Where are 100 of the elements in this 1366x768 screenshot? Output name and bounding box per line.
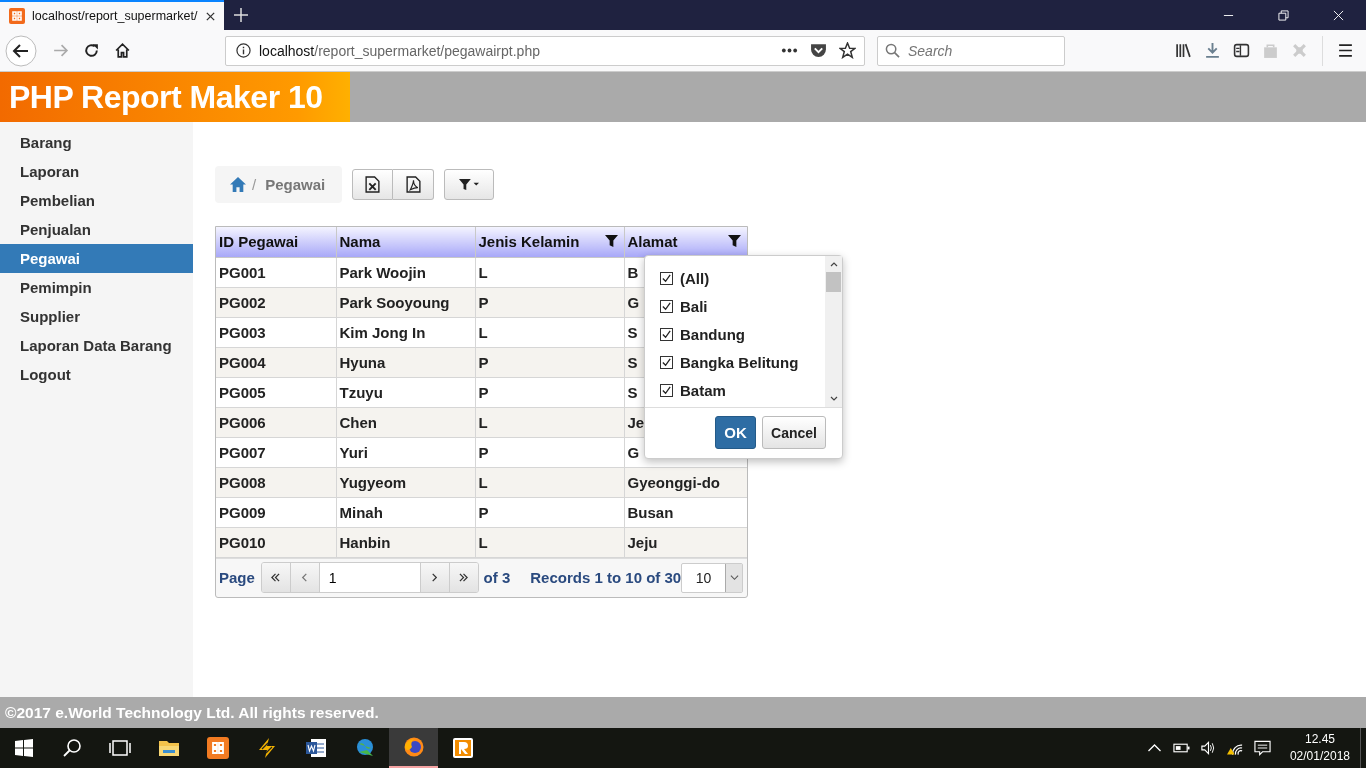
table-cell: P [475, 377, 624, 407]
pager-label: Page [219, 569, 255, 586]
windows-icon [12, 736, 36, 760]
page-number-field[interactable]: 1 [319, 563, 421, 592]
record-count: Records 1 to 10 of 30 [530, 569, 682, 586]
menu-icon[interactable] [1337, 42, 1354, 59]
address-bar[interactable]: localhost/report_supermarket/pegawairpt.php [225, 35, 865, 66]
table-cell: PG002 [216, 287, 336, 317]
double-chevron-left-icon [270, 573, 282, 582]
table-cell: PG004 [216, 347, 336, 377]
first-page-button[interactable] [261, 563, 291, 592]
search-field[interactable]: Search [877, 35, 1065, 66]
scrollbar[interactable] [825, 256, 842, 407]
checkbox[interactable] [660, 355, 673, 369]
star-icon[interactable] [839, 42, 856, 59]
back-icon[interactable] [5, 34, 37, 67]
page-size-select[interactable]: 10 [681, 562, 743, 593]
filter-icon [459, 178, 479, 191]
search-icon [885, 42, 900, 58]
close-icon[interactable] [205, 10, 216, 22]
document-icon [303, 736, 328, 760]
pdf-export-button[interactable] [393, 169, 434, 200]
ok-button[interactable]: OK [715, 416, 756, 449]
check-icon [661, 300, 672, 312]
sidebar-item[interactable]: Logout [0, 360, 193, 389]
table-cell: PG010 [216, 527, 336, 557]
download-icon[interactable] [1204, 42, 1221, 59]
cancel-button[interactable]: Cancel [762, 416, 826, 449]
checkbox[interactable] [660, 327, 673, 341]
sidebar-item[interactable]: Pemimpin [0, 273, 193, 302]
table-cell: Park Woojin [336, 257, 475, 287]
sidebar-item[interactable]: Barang [0, 128, 193, 157]
scroll-down-icon[interactable] [828, 396, 839, 402]
tab-title: localhost/report_supermarket/ [32, 9, 198, 23]
excel-export-button[interactable] [352, 169, 393, 200]
column-header[interactable]: ID Pegawai [216, 227, 336, 257]
home-icon[interactable] [114, 42, 131, 59]
sidebar-item[interactable]: Penjualan [0, 215, 193, 244]
app-tile-icon [450, 736, 475, 760]
checkbox[interactable] [660, 271, 673, 285]
checkbox[interactable] [660, 383, 673, 397]
restore-icon[interactable] [1278, 9, 1289, 21]
breadcrumb-divider: / [252, 176, 257, 193]
browser-tab[interactable]: localhost/report_supermarket/ [0, 0, 224, 30]
pocket-icon[interactable] [810, 42, 827, 59]
table-cell: PG001 [216, 257, 336, 287]
table-cell: L [475, 407, 624, 437]
library-icon[interactable] [1175, 42, 1192, 59]
sidebar-item[interactable]: Pegawai [0, 244, 193, 273]
speaker-icon[interactable] [1199, 740, 1217, 756]
table-cell: PG007 [216, 437, 336, 467]
check-icon [661, 272, 672, 284]
scroll-up-icon[interactable] [828, 261, 839, 267]
table-cell: Kim Jong In [336, 317, 475, 347]
table-cell: PG009 [216, 497, 336, 527]
app-logo-icon [9, 8, 25, 24]
table-cell: L [475, 317, 624, 347]
table-cell: P [475, 497, 624, 527]
table-cell: PG008 [216, 467, 336, 497]
breadcrumb-current: Pegawai [265, 176, 326, 193]
table-cell: Chen [336, 407, 475, 437]
sidebar-item[interactable]: Laporan Data Barang [0, 331, 193, 360]
pdf-file-icon [405, 176, 421, 193]
scrollbar-thumb[interactable] [826, 272, 841, 292]
filter-icon[interactable] [604, 235, 618, 249]
notification-icon[interactable] [1253, 740, 1271, 756]
url-text: localhost/report_supermarket/pegawairpt.php [259, 42, 540, 59]
table-cell: Busan [624, 497, 747, 527]
table-cell: L [475, 467, 624, 497]
table-cell: Hanbin [336, 527, 475, 557]
table-cell: Jeju [624, 527, 747, 557]
sidebar-icon[interactable] [1233, 42, 1250, 59]
page-count: of 3 [483, 569, 511, 586]
column-header[interactable]: Nama [336, 227, 475, 257]
checkbox[interactable] [660, 299, 673, 313]
reload-icon[interactable] [83, 42, 100, 59]
sidebar-item[interactable]: Laporan [0, 157, 193, 186]
sidebar-item[interactable]: Supplier [0, 302, 193, 331]
table-cell: P [475, 287, 624, 317]
new-tab-icon[interactable] [234, 8, 248, 22]
table-cell: PG003 [216, 317, 336, 347]
table-cell: L [475, 257, 624, 287]
column-header[interactable]: Alamat [624, 227, 747, 257]
check-icon [661, 384, 672, 396]
sidebar-item[interactable]: Pembelian [0, 186, 193, 215]
table-cell: Park Sooyoung [336, 287, 475, 317]
filter-icon[interactable] [728, 235, 741, 249]
last-page-button[interactable] [449, 563, 478, 592]
table-cell: Hyuna [336, 347, 475, 377]
check-icon [661, 328, 672, 340]
table-cell: P [475, 347, 624, 377]
chevron-down-icon [728, 573, 740, 582]
copyright-text: ©2017 e.World Technology Ltd. All rights reserved. [5, 703, 379, 722]
filter-dropdown-button[interactable] [444, 169, 494, 200]
clock[interactable]: 12.45 02/01/2018 [1289, 731, 1350, 765]
table-cell: Minah [336, 497, 475, 527]
column-header[interactable]: Jenis Kelamin [475, 227, 624, 257]
double-chevron-right-icon [458, 573, 470, 582]
table-cell: PG006 [216, 407, 336, 437]
taskbar-button[interactable] [389, 728, 438, 768]
